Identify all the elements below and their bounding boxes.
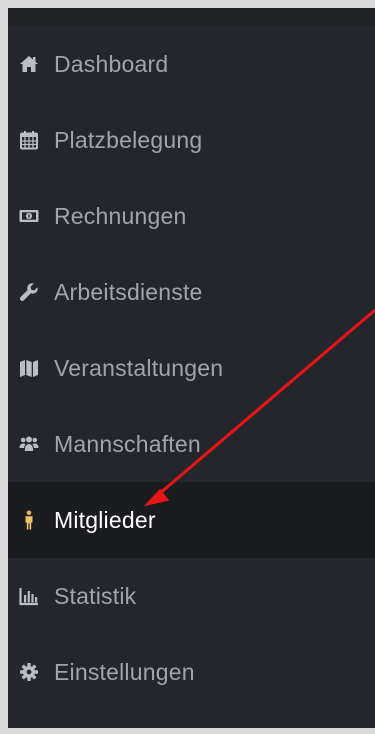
sidebar: Dashboard Platzbelegung Rechnungen Arbei… [8,8,375,728]
sidebar-item-arbeitsdienste[interactable]: Arbeitsdienste [8,254,375,330]
screenshot-frame: Dashboard Platzbelegung Rechnungen Arbei… [0,0,375,734]
users-icon [18,433,40,455]
wrench-icon [18,281,40,303]
money-bill-icon [18,205,40,227]
sidebar-item-mannschaften[interactable]: Mannschaften [8,406,375,482]
sidebar-item-label: Platzbelegung [54,126,203,153]
sidebar-top-strip [8,8,375,26]
home-icon [18,53,40,75]
bar-chart-icon [18,585,40,607]
gear-icon [18,661,40,683]
sidebar-item-mitglieder[interactable]: Mitglieder [8,482,375,558]
sidebar-nav: Dashboard Platzbelegung Rechnungen Arbei… [8,26,375,710]
sidebar-item-label: Einstellungen [54,658,195,685]
sidebar-item-label: Veranstaltungen [54,354,224,381]
sidebar-item-platzbelegung[interactable]: Platzbelegung [8,102,375,178]
sidebar-item-rechnungen[interactable]: Rechnungen [8,178,375,254]
sidebar-item-label: Statistik [54,582,137,609]
sidebar-item-label: Mitglieder [54,506,156,533]
map-icon [18,357,40,379]
sidebar-item-einstellungen[interactable]: Einstellungen [8,634,375,710]
sidebar-item-dashboard[interactable]: Dashboard [8,26,375,102]
sidebar-item-label: Arbeitsdienste [54,278,203,305]
sidebar-item-veranstaltungen[interactable]: Veranstaltungen [8,330,375,406]
person-icon [18,509,40,531]
sidebar-item-label: Rechnungen [54,202,187,229]
sidebar-item-statistik[interactable]: Statistik [8,558,375,634]
calendar-icon [18,129,40,151]
sidebar-item-label: Dashboard [54,50,169,77]
sidebar-item-label: Mannschaften [54,430,201,457]
